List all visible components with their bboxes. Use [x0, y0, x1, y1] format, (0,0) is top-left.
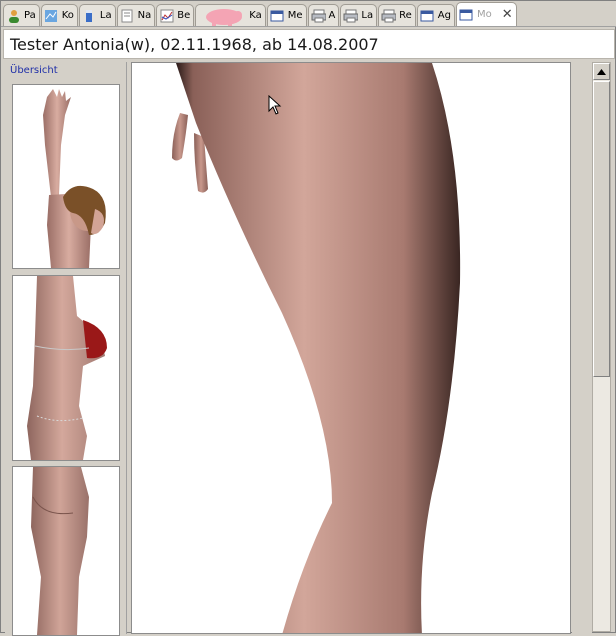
window-icon: [270, 8, 285, 23]
document-icon: [120, 8, 135, 23]
thumbnail-torso[interactable]: [12, 275, 120, 461]
tab-a[interactable]: A: [307, 4, 340, 26]
app-window: Pa Ko La Na Be Ka Me A La Re Ag Mo ✕ Tes…: [0, 0, 616, 636]
tab-strip: Pa Ko La Na Be Ka Me A La Re Ag Mo ✕: [1, 1, 616, 27]
printer-icon: [381, 8, 397, 23]
tab-ag[interactable]: Ag: [416, 4, 455, 26]
close-icon[interactable]: ✕: [502, 7, 513, 22]
viewer-gutter: [572, 62, 592, 634]
tab-ko[interactable]: Ko: [40, 4, 78, 26]
patient-header: Tester Antonia(w), 02.11.1968, ab 14.08.…: [3, 29, 615, 59]
page-title: Tester Antonia(w), 02.11.1968, ab 14.08.…: [10, 34, 379, 54]
thumbnail-sidebar: Übersicht: [5, 62, 127, 636]
thumbnail-legs[interactable]: [12, 466, 120, 636]
vertical-scrollbar[interactable]: [592, 62, 611, 632]
chart-grid-icon: [44, 8, 59, 23]
tab-notes[interactable]: Na: [116, 4, 156, 26]
scroll-up-button[interactable]: [593, 63, 610, 80]
printer-icon: [311, 8, 326, 23]
scroll-thumb[interactable]: [593, 81, 610, 377]
arrow-up-icon: [597, 68, 606, 75]
window-icon: [459, 7, 474, 22]
flask-icon: [82, 8, 97, 23]
tab-la2[interactable]: La: [340, 4, 378, 26]
mouse-cursor-icon: [268, 94, 282, 119]
tab-kasse[interactable]: Ka: [195, 4, 266, 26]
window-icon: [420, 8, 435, 23]
tab-mo[interactable]: Mo ✕: [455, 2, 517, 26]
tab-patient[interactable]: Pa: [3, 4, 40, 26]
printer-icon: [343, 8, 359, 23]
model-viewer[interactable]: [131, 62, 571, 634]
tab-me[interactable]: Me: [266, 4, 307, 26]
thumbnail-upper-body[interactable]: [12, 84, 120, 269]
person-icon: [6, 8, 21, 23]
tab-befunde[interactable]: Be: [156, 4, 195, 26]
overview-link[interactable]: Übersicht: [10, 65, 58, 76]
line-chart-icon: [159, 8, 174, 23]
tab-re[interactable]: Re: [378, 4, 416, 26]
piggy-bank-icon: [198, 8, 246, 26]
tab-labor[interactable]: La: [78, 4, 116, 26]
